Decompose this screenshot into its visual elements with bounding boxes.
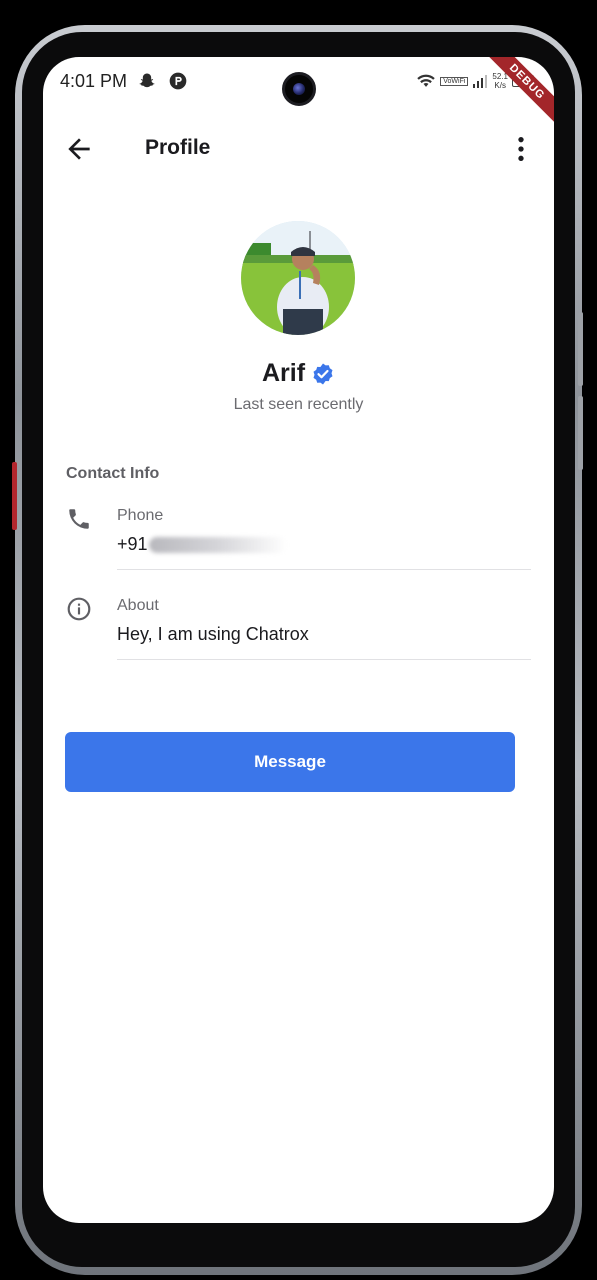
message-button-label: Message: [254, 752, 326, 771]
network-speed-unit: K/s: [494, 81, 506, 90]
front-camera: [282, 72, 316, 106]
contact-info-heading: Contact Info: [66, 465, 160, 482]
signal-icon: [473, 75, 488, 88]
last-seen-status: Last seen recently: [233, 396, 364, 413]
info-icon: [67, 597, 91, 621]
phone-value: +91: [117, 534, 148, 554]
about-label: About: [117, 597, 159, 614]
volume-button: [578, 312, 583, 386]
phone-row[interactable]: Phone +91: [43, 504, 554, 570]
profile-name: Arif: [261, 359, 306, 387]
avatar-photo: [241, 221, 355, 335]
power-button: [578, 396, 583, 470]
snapchat-icon: [139, 73, 155, 88]
phone-label: Phone: [117, 507, 164, 524]
more-vert-icon[interactable]: [505, 133, 537, 165]
app-notification-icon: [169, 72, 187, 90]
status-time: 4:01 PM: [60, 71, 128, 91]
verified-badge-icon: [313, 363, 333, 384]
about-divider: [117, 659, 531, 660]
network-speed: 52.1 K/s: [492, 72, 508, 90]
phone-icon: [69, 509, 89, 529]
app-bar: Profile: [43, 127, 554, 171]
app-screen: 4:01 PM VoWiFi 52.1 K/s 83 DEBUG: [43, 57, 554, 1223]
message-button[interactable]: Message: [65, 732, 515, 792]
vowifi-badge: VoWiFi: [440, 76, 469, 86]
phone-divider: [117, 569, 531, 570]
side-accent: [12, 462, 17, 530]
arrow-back-icon[interactable]: [63, 133, 95, 165]
about-value: Hey, I am using Chatrox: [117, 624, 309, 644]
avatar[interactable]: [241, 221, 355, 335]
phone-value-row: +91: [117, 534, 287, 555]
about-row[interactable]: About Hey, I am using Chatrox: [43, 594, 554, 660]
profile-name-row: Arif: [43, 359, 554, 388]
status-bar: 4:01 PM VoWiFi 52.1 K/s 83: [43, 57, 554, 107]
phone-redaction: [148, 537, 287, 554]
page-title: Profile: [145, 136, 211, 159]
wifi-icon: [417, 74, 435, 87]
